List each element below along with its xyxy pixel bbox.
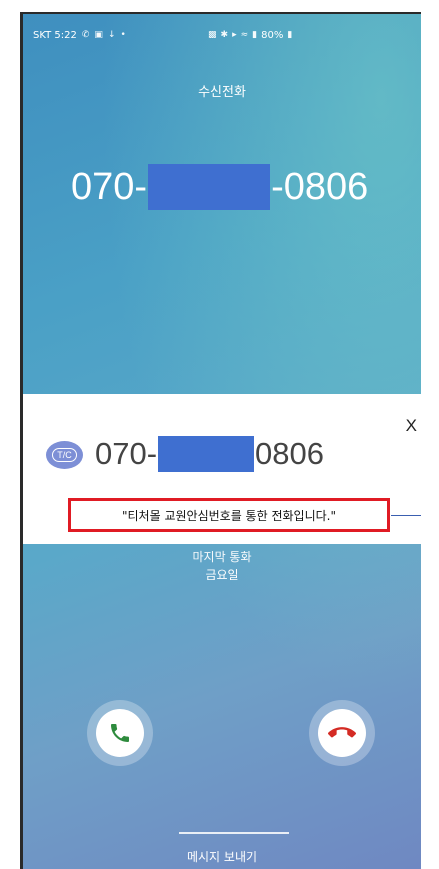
popup-number-prefix: 070- [95,435,158,471]
alarm-icon: ▩ [208,30,217,40]
status-bar: SKT 5:22 ✆ ▣ ↓ • ▩ ✱ ▸ ≈ ▮ 80% ▮ [33,26,413,44]
status-right: ▩ ✱ ▸ ≈ ▮ 80% ▮ [208,30,292,41]
last-call-day: 금요일 [205,568,239,582]
download-icon: ↓ [107,30,116,40]
decline-button-face [318,709,366,757]
send-message-handle[interactable] [179,832,289,834]
teachermall-logo: T/C [46,441,83,469]
battery-percent: 80% [261,29,284,41]
signal-icon: ▮ [252,30,258,40]
safe-number-notice-text: "티처몰 교원안심번호를 통한 전화입니다." [122,508,336,523]
popup-number: 070- 0806 [95,434,324,472]
incoming-call-screen: SKT 5:22 ✆ ▣ ↓ • ▩ ✱ ▸ ≈ ▮ 80% ▮ 수신전화 07… [20,12,421,869]
decline-call-button[interactable] [309,700,375,766]
battery-icon: ▮ [287,30,293,40]
caller-number: 070- -0806 [71,164,368,210]
teachermall-logo-text: T/C [52,448,77,462]
wifi-icon: ≈ [240,30,249,40]
gallery-icon: ▣ [94,30,103,40]
safe-number-notice: "티처몰 교원안심번호를 통한 전화입니다." [68,498,390,532]
call-type-label: 수신전화 [198,85,246,100]
send-message-button[interactable]: 메시지 보내기 [23,848,421,865]
caller-number-suffix: -0806 [271,165,369,208]
screenshot-frame: SKT 5:22 ✆ ▣ ↓ • ▩ ✱ ▸ ≈ ▮ 80% ▮ 수신전화 07… [0,0,439,869]
phone-decline-icon [328,727,356,738]
popup-number-suffix: 0806 [255,435,325,471]
redaction-block [148,164,271,210]
carrier-time: SKT 5:22 [33,29,77,41]
bluetooth-icon: ✱ [220,30,229,40]
caller-id-popup: X T/C 070- 0806 "티처몰 교원안심번호를 통한 전화입니다." [23,394,421,544]
annotation-connector-line [391,515,421,516]
phone-accept-icon [111,724,129,742]
status-left: SKT 5:22 ✆ ▣ ↓ • [33,30,126,41]
call-status-icon: ✆ [81,30,90,40]
accept-call-button[interactable] [87,700,153,766]
close-popup-button[interactable]: X [406,416,417,436]
mute-icon: ▸ [232,30,237,40]
accept-button-face [96,709,144,757]
dot-icon: • [120,30,126,40]
popup-redaction-block [158,435,255,472]
caller-number-prefix: 070- [71,165,148,208]
last-call-label: 마지막 통화 [192,550,252,564]
